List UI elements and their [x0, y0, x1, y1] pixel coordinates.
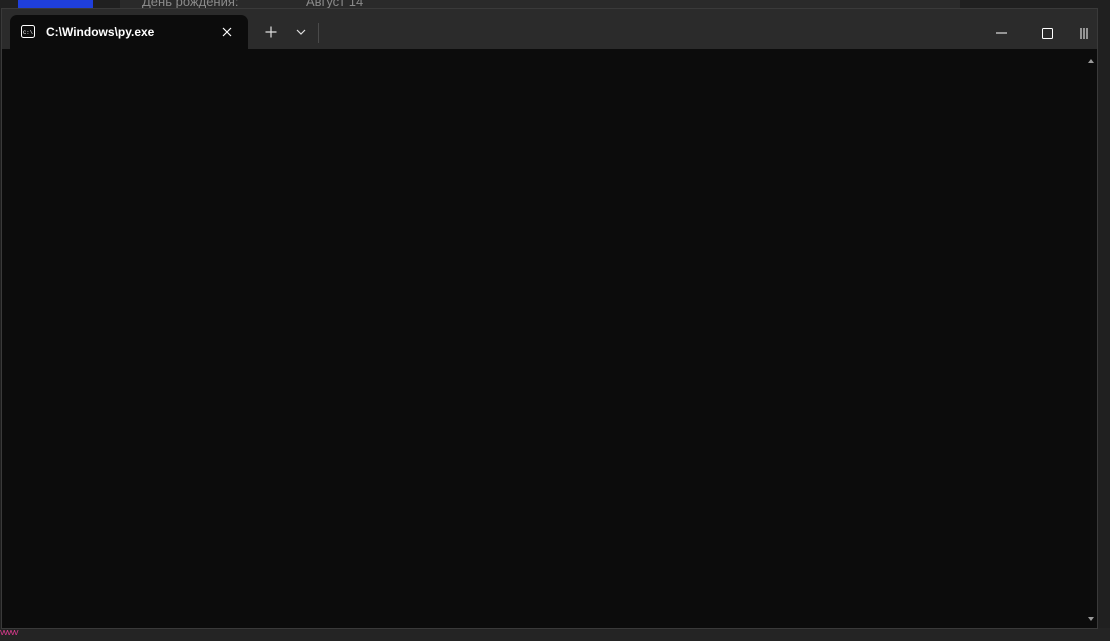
close-icon [222, 27, 232, 37]
close-window-button[interactable] [1068, 17, 1100, 49]
scroll-up-arrow-icon[interactable] [1088, 59, 1094, 63]
terminal-icon: C:\ [21, 25, 35, 38]
titlebar-divider [318, 23, 319, 43]
minimize-button[interactable] [978, 17, 1024, 49]
tab-title: C:\Windows\py.exe [46, 25, 155, 39]
maximize-button[interactable] [1024, 17, 1070, 49]
chevron-down-icon [296, 29, 306, 35]
titlebar[interactable]: C:\ C:\Windows\py.exe [2, 9, 1097, 49]
close-icon [1080, 27, 1087, 39]
tab-dropdown-button[interactable] [290, 21, 312, 43]
maximize-icon [1041, 27, 1053, 39]
svg-text:C:\: C:\ [23, 29, 33, 36]
background-bottom-strip [0, 628, 1110, 641]
terminal-output-area[interactable] [2, 49, 1097, 628]
plus-icon [265, 26, 277, 38]
minimize-icon [995, 32, 1007, 34]
scrollbar[interactable] [1085, 49, 1097, 628]
tab-py-exe[interactable]: C:\ C:\Windows\py.exe [10, 15, 248, 49]
terminal-window: C:\ C:\Windows\py.exe [1, 8, 1098, 629]
tab-close-button[interactable] [219, 24, 235, 40]
new-tab-button[interactable] [260, 21, 282, 43]
scroll-down-arrow-icon[interactable] [1088, 617, 1094, 621]
